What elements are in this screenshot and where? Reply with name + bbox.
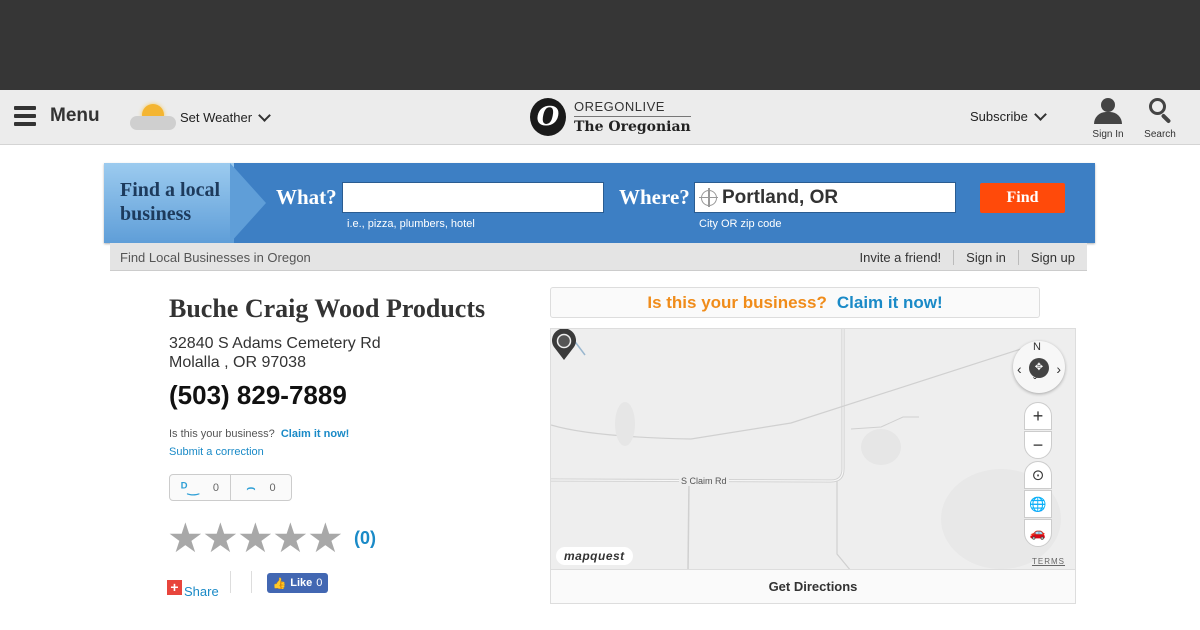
star-icon[interactable]: ★	[307, 518, 344, 559]
claim-business-box: Is this your business? Claim it now!	[550, 287, 1040, 318]
claim-box-question: Is this your business?	[647, 292, 827, 312]
where-hint: City OR zip code	[699, 218, 782, 230]
north-label: N	[1033, 341, 1041, 353]
recenter-icon[interactable]: ✥	[1029, 358, 1049, 378]
locate-me-icon[interactable]: ⊙	[1024, 461, 1052, 489]
submit-correction-link[interactable]: Submit a correction	[169, 446, 264, 458]
find-local-business-title: Find a local business	[120, 179, 221, 225]
sub-navigation-bar: Find Local Businesses in Oregon Invite a…	[110, 243, 1087, 271]
menu-button[interactable]: Menu	[14, 105, 100, 127]
thumbs-up-count: 0	[212, 481, 220, 494]
vote-buttons: ᴰ‿ 0 ⌢ 0	[169, 474, 292, 501]
claim-question: Is this your business?	[169, 428, 275, 440]
map-terms-link[interactable]: TERMS	[1032, 557, 1065, 566]
star-icon[interactable]: ★	[237, 518, 274, 559]
weather-label: Set Weather	[180, 109, 253, 125]
rating-count[interactable]: (0)	[354, 528, 376, 549]
set-weather-button[interactable]: Set Weather	[128, 102, 271, 132]
share-button[interactable]: + Share	[167, 576, 219, 599]
sign-in-button[interactable]: Sign In	[1083, 98, 1133, 140]
where-input[interactable]: Portland, OR	[694, 182, 956, 213]
map-roads	[551, 329, 1061, 569]
oregonian-logo[interactable]: O OREGONLIVE The Oregonian	[530, 98, 691, 136]
map[interactable]: S Claim Rd N ‹ ✥ › ˇ + − ⊙ 🌐 🚗 mapquest …	[550, 328, 1076, 570]
logo-mark: O	[530, 98, 566, 136]
search-label: Search	[1144, 129, 1176, 140]
address-line-2: Molalla , OR 97038	[169, 354, 306, 371]
road-label: S Claim Rd	[679, 476, 729, 486]
star-icon[interactable]: ★	[202, 518, 239, 559]
thumbs-up-button[interactable]: ᴰ‿ 0	[170, 475, 230, 500]
claim-box-link[interactable]: Claim it now!	[837, 293, 943, 313]
where-value: Portland, OR	[722, 186, 839, 208]
business-name: Buche Craig Wood Products	[169, 294, 486, 323]
sign-up-link[interactable]: Sign up	[1017, 250, 1087, 265]
logo-bottom-text: The Oregonian	[574, 119, 691, 135]
search-icon	[1135, 98, 1185, 124]
where-label: Where?	[619, 185, 690, 209]
like-label: Like	[290, 577, 313, 589]
chevron-down-icon	[1033, 108, 1047, 121]
facebook-like-button[interactable]: 👍 Like 0	[267, 573, 328, 593]
like-count: 0	[316, 577, 323, 589]
rating-stars: ★ ★ ★ ★ ★	[167, 518, 344, 559]
sign-in-label: Sign In	[1092, 129, 1124, 140]
happy-face-icon: ᴰ‿	[180, 479, 199, 495]
breadcrumb[interactable]: Find Local Businesses in Oregon	[120, 250, 311, 265]
subscribe-button[interactable]: Subscribe	[970, 108, 1047, 124]
thumbs-down-count: 0	[269, 481, 276, 494]
divider	[230, 571, 231, 593]
chevron-down-icon	[258, 108, 271, 122]
partly-cloudy-icon	[128, 102, 180, 132]
claim-link[interactable]: Claim it now!	[281, 428, 349, 440]
compass-control[interactable]: N ‹ ✥ › ˇ	[1013, 341, 1065, 393]
site-header: Menu Set Weather O OREGONLIVE The Oregon…	[0, 90, 1200, 145]
thumbs-down-button[interactable]: ⌢ 0	[230, 475, 291, 500]
thumbs-up-icon: 👍	[272, 577, 287, 590]
user-icon	[1083, 98, 1133, 124]
logo-top-text: OREGONLIVE	[574, 99, 691, 117]
traffic-icon[interactable]: 🚗	[1024, 519, 1052, 547]
claim-prompt: Is this your business? Claim it now!	[169, 428, 349, 440]
what-input[interactable]	[342, 182, 604, 213]
divider	[251, 571, 252, 593]
plus-icon: +	[167, 580, 182, 595]
find-button[interactable]: Find	[980, 183, 1065, 213]
menu-label: Menu	[50, 105, 100, 126]
subscribe-label: Subscribe	[970, 109, 1028, 124]
invite-friend-link[interactable]: Invite a friend!	[848, 250, 954, 265]
star-icon[interactable]: ★	[167, 518, 204, 559]
pan-right-icon[interactable]: ›	[1056, 361, 1061, 377]
star-icon[interactable]: ★	[272, 518, 309, 559]
get-directions-button[interactable]: Get Directions	[550, 570, 1076, 604]
share-label: Share	[184, 584, 219, 599]
what-label: What?	[276, 185, 337, 209]
pan-left-icon[interactable]: ‹	[1017, 361, 1022, 377]
zoom-out-button[interactable]: −	[1024, 431, 1052, 459]
local-search-banner: Find a local business What? i.e., pizza,…	[104, 163, 1095, 243]
sad-face-icon: ⌢	[246, 479, 256, 495]
business-phone[interactable]: (503) 829-7889	[169, 380, 347, 411]
address-line-1: 32840 S Adams Cemetery Rd	[169, 335, 381, 352]
sign-in-link[interactable]: Sign in	[953, 250, 1018, 265]
what-hint: i.e., pizza, plumbers, hotel	[347, 218, 475, 230]
crosshair-icon	[699, 187, 718, 207]
location-pin-icon[interactable]	[551, 329, 577, 361]
globe-icon[interactable]: 🌐	[1024, 490, 1052, 518]
hamburger-icon	[14, 106, 36, 126]
search-button[interactable]: Search	[1135, 98, 1185, 140]
mapquest-logo: mapquest	[556, 547, 633, 565]
top-ad-bar	[0, 0, 1200, 90]
pan-down-icon[interactable]: ˇ	[1033, 375, 1037, 389]
zoom-in-button[interactable]: +	[1024, 402, 1052, 430]
